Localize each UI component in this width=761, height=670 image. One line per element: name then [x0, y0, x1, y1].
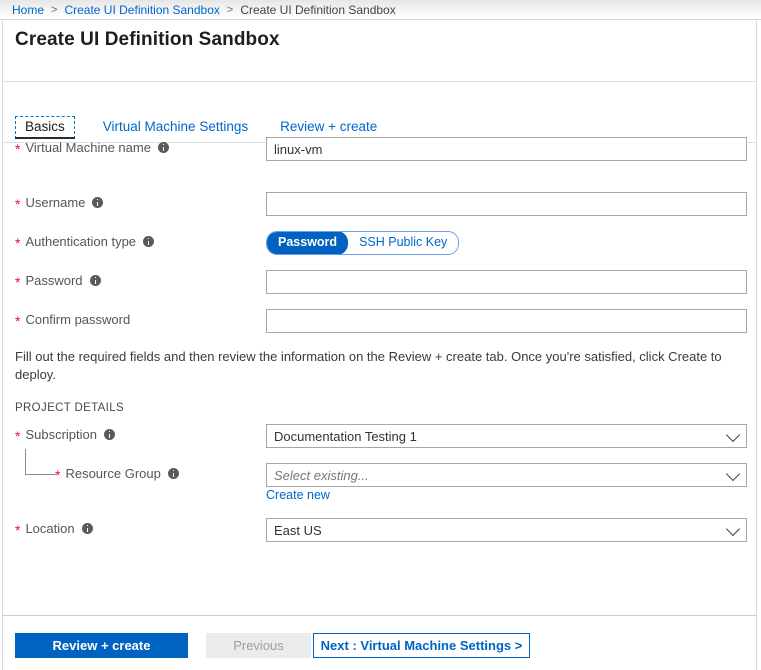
label-text: Password	[25, 273, 83, 288]
breadcrumb-separator: >	[51, 3, 58, 16]
create-ui-definition-sandbox-page: Home > Create UI Definition Sandbox > Cr…	[0, 0, 761, 670]
authentication-type-toggle: Password SSH Public Key	[266, 231, 460, 255]
chevron-down-icon	[725, 466, 741, 482]
label-text: Authentication type	[25, 234, 137, 249]
subscription-dropdown[interactable]: Documentation Testing 1	[266, 424, 747, 448]
label-text: Username	[25, 195, 86, 210]
required-asterisk: *	[15, 234, 21, 251]
tab-virtual-machine-settings[interactable]: Virtual Machine Settings	[99, 116, 252, 139]
label-resource-group: * Resource Group	[55, 466, 179, 483]
blade-panel: Create UI Definition Sandbox Basics Virt…	[2, 21, 757, 670]
chevron-down-icon	[725, 521, 741, 537]
instructional-text: Fill out the required fields and then re…	[15, 349, 722, 382]
field-row-authentication-type: * Authentication type Password SSH Publi…	[3, 231, 756, 255]
auth-option-password[interactable]: Password	[267, 232, 349, 254]
info-icon[interactable]	[92, 197, 104, 208]
password-input[interactable]	[266, 270, 747, 294]
info-icon[interactable]	[157, 142, 169, 153]
next-virtual-machine-settings-button[interactable]: Next : Virtual Machine Settings >	[313, 633, 530, 658]
subscription-selected-value: Documentation Testing 1	[274, 428, 417, 444]
label-text: Virtual Machine name	[25, 140, 151, 155]
username-input[interactable]	[266, 192, 747, 216]
breadcrumb-item-home[interactable]: Home	[12, 3, 44, 17]
breadcrumb: Home > Create UI Definition Sandbox > Cr…	[0, 0, 761, 20]
info-icon[interactable]	[167, 468, 179, 479]
footer-action-bar: Review + create Previous Next : Virtual …	[3, 616, 756, 669]
label-username: * Username	[15, 195, 104, 212]
label-confirm-password: * Confirm password	[15, 312, 131, 329]
vm-name-input[interactable]	[266, 137, 747, 161]
label-subscription: * Subscription	[15, 427, 115, 444]
field-row-vm-name: * Virtual Machine name	[3, 137, 756, 161]
resource-group-dropdown[interactable]: Select existing...	[266, 463, 747, 487]
divider-under-title	[3, 81, 756, 82]
chevron-down-icon	[725, 427, 741, 443]
label-authentication-type: * Authentication type	[15, 234, 155, 251]
field-row-username: * Username	[3, 192, 756, 216]
create-new-resource-group-link[interactable]: Create new	[266, 488, 330, 502]
required-asterisk: *	[15, 140, 21, 157]
label-text: Location	[25, 521, 75, 536]
breadcrumb-item-current: Create UI Definition Sandbox	[240, 2, 396, 17]
required-asterisk: *	[15, 273, 21, 290]
label-text: Confirm password	[25, 312, 131, 327]
info-icon[interactable]	[143, 236, 155, 247]
info-icon[interactable]	[89, 275, 101, 286]
location-dropdown[interactable]: East US	[266, 518, 747, 542]
field-row-resource-group: * Resource Group Select existing...	[3, 463, 756, 487]
location-selected-value: East US	[274, 522, 322, 538]
label-text: Subscription	[25, 427, 97, 442]
tab-bar: Basics Virtual Machine Settings Review +…	[15, 116, 381, 139]
label-text: Resource Group	[65, 466, 161, 481]
required-asterisk: *	[15, 521, 21, 538]
required-asterisk: *	[15, 427, 21, 444]
tab-basics[interactable]: Basics	[15, 116, 75, 139]
required-asterisk: *	[15, 195, 21, 212]
required-asterisk: *	[55, 466, 61, 483]
confirm-password-input[interactable]	[266, 309, 747, 333]
label-location: * Location	[15, 521, 93, 538]
field-row-confirm-password: * Confirm password	[3, 309, 756, 333]
breadcrumb-separator: >	[226, 3, 234, 16]
required-asterisk: *	[15, 312, 21, 329]
field-row-location: * Location East US	[3, 518, 756, 542]
field-row-password: * Password	[3, 270, 756, 294]
info-icon[interactable]	[81, 523, 93, 534]
label-vm-name: * Virtual Machine name	[15, 140, 169, 157]
field-row-subscription: * Subscription Documentation Testing 1	[3, 424, 756, 448]
tab-review-create[interactable]: Review + create	[276, 116, 381, 139]
section-heading-project-details: PROJECT DETAILS	[15, 402, 124, 414]
page-title: Create UI Definition Sandbox	[15, 29, 280, 50]
review-create-button[interactable]: Review + create	[15, 633, 188, 658]
info-icon[interactable]	[104, 429, 115, 440]
auth-option-ssh-public-key[interactable]: SSH Public Key	[348, 232, 458, 254]
previous-button: Previous	[206, 633, 311, 658]
resource-group-selected-value: Select existing...	[274, 467, 369, 483]
breadcrumb-item-create-ui-definition-sandbox[interactable]: Create UI Definition Sandbox	[64, 3, 219, 17]
label-password: * Password	[15, 273, 101, 290]
